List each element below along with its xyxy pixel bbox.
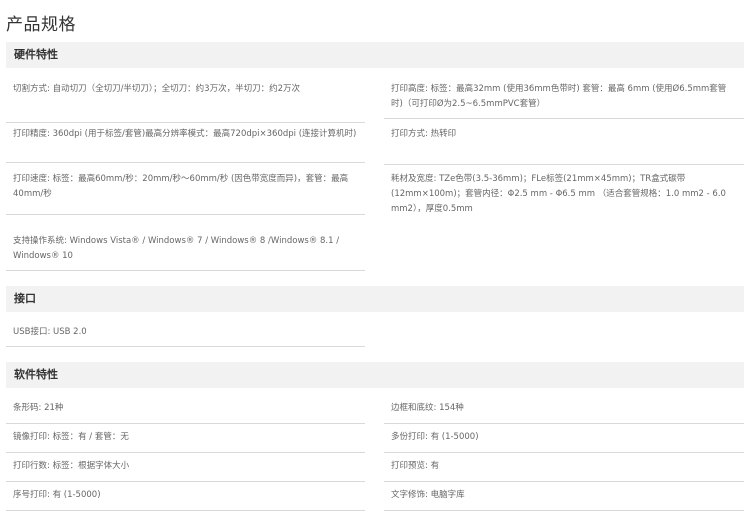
spec-multi-copy: 多份打印: 有 (1-5000) [384, 430, 744, 453]
spec-print-resolution: 打印精度: 360dpi (用于标签/套管)最高分辨率模式：最高720dpi×3… [6, 127, 365, 163]
spec-print-preview: 打印预览: 有 [384, 459, 744, 482]
spec-supported-os: 支持操作系统: Windows Vista® / Windows® 7 / Wi… [6, 234, 365, 271]
spec-print-lines: 打印行数: 标签：根据字体大小 [6, 459, 365, 482]
spec-print-method: 打印方式: 热转印 [384, 127, 744, 165]
spec-frame-shading: 边框和底纹: 154种 [384, 401, 744, 424]
spec-media-width: 耗材及宽度: TZe色带(3.5-36mm)；FLe标签(21mm×45mm)；… [391, 174, 726, 214]
spec-cutting-method: 切割方式: 自动切刀（全切刀/半切刀）；全切刀：约3万次，半切刀：约2万次 [6, 82, 365, 123]
section-header-hardware: 硬件特性 [6, 42, 744, 68]
spec-mirror-print: 镜像打印: 标签：有 / 套管：无 [6, 430, 365, 453]
page-title: 产品规格 [6, 15, 76, 35]
section-header-software: 软件特性 [6, 362, 744, 388]
spec-barcode: 条形码: 21种 [6, 401, 365, 424]
spec-serial-print: 序号打印: 有 (1-5000) [6, 488, 365, 511]
spec-text-decoration: 文字修饰: 电脑字库 [384, 488, 744, 511]
section-header-interface: 接口 [6, 286, 744, 312]
spec-usb-interface: USB接口: USB 2.0 [6, 325, 365, 347]
spec-print-speed: 打印速度: 标签：最高60mm/秒：20mm/秒～60mm/秒 (因色带宽度而异… [6, 172, 365, 215]
product-spec-page: 产品规格 硬件特性 切割方式: 自动切刀（全切刀/半切刀）；全切刀：约3万次，半… [0, 0, 750, 520]
spec-print-height: 打印高度: 标签：最高32mm (使用36mm色带时) 套管：最高 6mm (使… [384, 82, 744, 119]
